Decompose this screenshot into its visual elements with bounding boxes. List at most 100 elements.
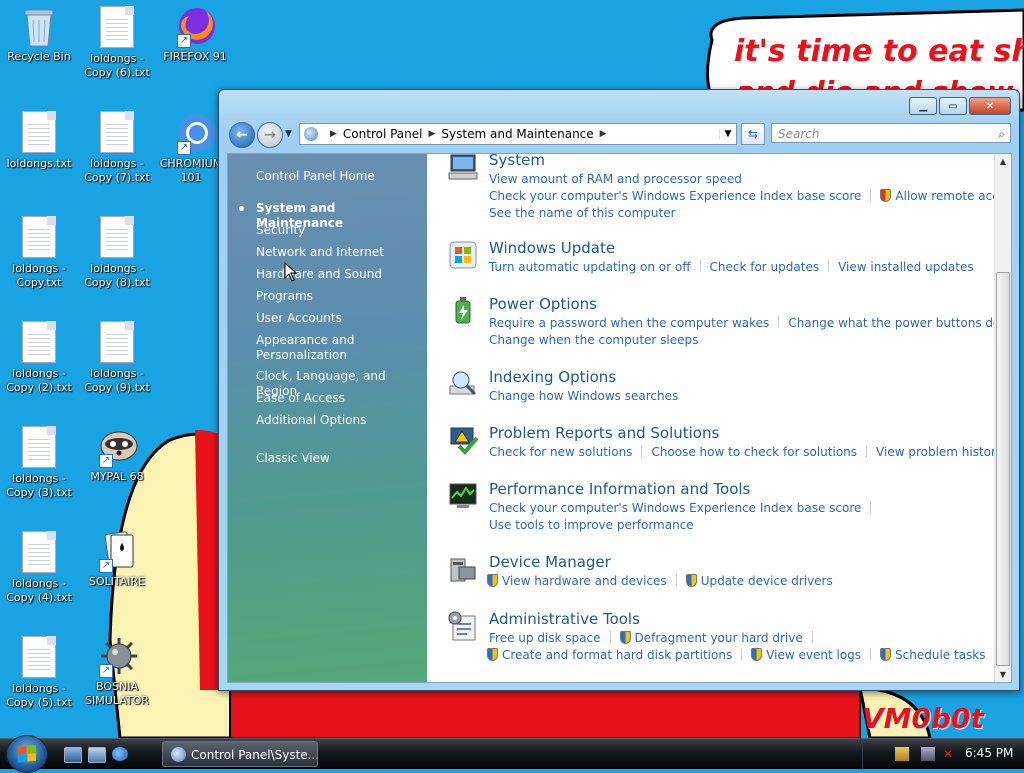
link-defragment[interactable]: Defragment your hard drive	[635, 631, 803, 645]
sidebar-item-network-and-internet[interactable]: Network and Internet	[256, 245, 416, 260]
switch-windows-icon[interactable]	[88, 747, 106, 763]
desktop-icon-text-file[interactable]: loldongs - Copy (5).txt	[0, 636, 78, 710]
sidebar-control-panel-home[interactable]: Control Panel Home	[256, 169, 416, 184]
link-divider	[675, 574, 677, 586]
link-experience-index-score[interactable]: Check your computer's Windows Experience…	[489, 501, 861, 515]
mouse-cursor-icon	[284, 262, 298, 282]
link-automatic-updating[interactable]: Turn automatic updating on or off	[489, 260, 691, 274]
desktop-icon-recycle-bin[interactable]: Recycle Bin	[0, 4, 78, 64]
desktop-icon-text-file[interactable]: loldongs - Copy (6).txt	[78, 6, 156, 80]
desktop-icon-text-file[interactable]: loldongs - Copy (9).txt	[78, 321, 156, 395]
shield-icon	[619, 631, 631, 644]
firefox-icon: ↗	[175, 4, 215, 48]
sidebar-item-user-accounts[interactable]: User Accounts	[256, 311, 416, 326]
recent-pages-dropdown[interactable]: ▼	[285, 129, 292, 139]
link-view-event-logs[interactable]: View event logs	[766, 648, 861, 662]
desktop-icon-text-file[interactable]: loldongs - Copy (4).txt	[0, 531, 78, 605]
link-view-hardware[interactable]: View hardware and devices	[502, 574, 667, 588]
search-icon[interactable]: ⌕	[998, 124, 1005, 144]
category-links: View hardware and devices Update device d…	[487, 573, 833, 590]
maximize-button[interactable]: ▭	[939, 97, 967, 115]
link-schedule-tasks[interactable]: Schedule tasks	[895, 648, 985, 662]
internet-explorer-icon[interactable]	[112, 747, 128, 761]
link-divider	[828, 260, 830, 272]
sidebar-item-programs[interactable]: Programs	[256, 289, 416, 304]
breadcrumb-control-panel[interactable]: Control Panel	[343, 127, 423, 141]
clock[interactable]: 6:45 PM	[965, 746, 1013, 760]
sidebar-item-hardware-and-sound[interactable]: Hardware and Sound	[256, 267, 416, 282]
link-view-installed-updates[interactable]: View installed updates	[838, 260, 974, 274]
desktop-icon-solitaire[interactable]: ↗ SOLITAIRE	[78, 529, 156, 589]
text-file-icon	[19, 111, 59, 155]
scroll-down-arrow-icon[interactable]: ▼	[995, 670, 1011, 679]
link-check-for-updates[interactable]: Check for updates	[710, 260, 820, 274]
desktop-icon-text-file[interactable]: loldongs - Copy (8).txt	[78, 216, 156, 290]
category-title[interactable]: Power Options	[489, 295, 597, 313]
text-file-icon	[19, 216, 59, 260]
scrollbar-thumb[interactable]	[996, 272, 1010, 666]
close-button[interactable]: ✕	[969, 97, 1011, 115]
category-title[interactable]: System	[489, 154, 545, 169]
desktop-icon-firefox[interactable]: ↗ FIREFOX 91	[156, 4, 234, 64]
minimize-button[interactable]: ▁	[909, 97, 937, 115]
desktop-icon-text-file[interactable]: loldongs.txt	[0, 111, 78, 171]
category-links: Turn automatic updating on or off Check f…	[489, 259, 974, 276]
link-power-buttons[interactable]: Change what the power buttons do	[788, 316, 1000, 330]
link-view-problem-history[interactable]: View problem history	[876, 445, 1003, 459]
scroll-up-arrow-icon[interactable]: ▲	[995, 157, 1011, 166]
window-controls: ▁ ▭ ✕	[909, 97, 1011, 115]
chevron-right-icon[interactable]: ▶	[330, 129, 337, 139]
control-panel-icon	[304, 127, 318, 141]
link-experience-index[interactable]: Check your computer's Windows Experience…	[489, 189, 861, 203]
sidebar-item-security[interactable]: Security	[256, 223, 416, 238]
arrow-left-icon: ←	[236, 127, 248, 143]
category-title[interactable]: Administrative Tools	[489, 610, 640, 628]
link-free-disk-space[interactable]: Free up disk space	[489, 631, 601, 645]
desktop-icon-mypal[interactable]: ↗ MYPAL 68	[78, 424, 156, 484]
vertical-scrollbar[interactable]: ▲ ▼	[994, 154, 1011, 682]
link-view-ram[interactable]: View amount of RAM and processor speed	[489, 172, 742, 186]
desktop-icon-text-file[interactable]: loldongs - Copy.txt	[0, 216, 78, 290]
show-desktop-icon[interactable]	[64, 747, 82, 763]
sidebar-classic-view[interactable]: Classic View	[256, 451, 416, 466]
desktop-icon-label: loldongs - Copy (4).txt	[6, 577, 72, 604]
category-title[interactable]: Performance Information and Tools	[489, 480, 750, 498]
network-tray-icon[interactable]	[895, 747, 909, 761]
link-computer-name[interactable]: See the name of this computer	[489, 206, 676, 220]
chevron-right-icon[interactable]: ▶	[600, 129, 607, 139]
taskbar-button-control-panel[interactable]: Control Panel\Syste...	[162, 741, 318, 767]
desktop-icon-bosnia-simulator[interactable]: ↗ BOSNIA SIMULATOR	[78, 634, 156, 708]
forward-button[interactable]: →	[257, 122, 283, 148]
category-title[interactable]: Problem Reports and Solutions	[489, 424, 719, 442]
desktop-icon-text-file[interactable]: loldongs - Copy (2).txt	[0, 321, 78, 395]
address-dropdown-icon[interactable]: ▼	[719, 129, 736, 139]
sidebar-item-appearance[interactable]: Appearance and Personalization	[256, 333, 356, 363]
category-title[interactable]: Device Manager	[489, 553, 611, 571]
link-disk-partitions[interactable]: Create and format hard disk partitions	[502, 648, 732, 662]
sidebar-item-additional-options[interactable]: Additional Options	[256, 413, 416, 428]
back-button[interactable]: ←	[229, 122, 255, 148]
start-button[interactable]	[6, 735, 48, 773]
text-file-icon	[19, 321, 59, 365]
link-computer-sleeps[interactable]: Change when the computer sleeps	[489, 333, 698, 347]
link-choose-how-to-check[interactable]: Choose how to check for solutions	[651, 445, 857, 459]
link-change-windows-searches[interactable]: Change how Windows searches	[489, 389, 678, 403]
control-panel-window[interactable]: ▁ ▭ ✕ ← → ▼ ▶ Control Panel ▶ System and…	[218, 89, 1020, 691]
category-title[interactable]: Windows Update	[489, 239, 615, 257]
devices-tray-icon[interactable]	[921, 747, 935, 761]
address-bar[interactable]: ▶ Control Panel ▶ System and Maintenance…	[299, 123, 737, 145]
desktop-icon-text-file[interactable]: loldongs - Copy (7).txt	[78, 111, 156, 185]
power-options-icon	[455, 297, 471, 324]
volume-muted-icon[interactable]: ✕	[941, 747, 955, 761]
link-improve-performance[interactable]: Use tools to improve performance	[489, 518, 694, 532]
breadcrumb-system-and-maintenance[interactable]: System and Maintenance	[441, 127, 593, 141]
search-box[interactable]: Search ⌕	[771, 123, 1011, 143]
chevron-right-icon[interactable]: ▶	[429, 129, 436, 139]
link-require-password[interactable]: Require a password when the computer wak…	[489, 316, 769, 330]
sidebar-item-ease-of-access[interactable]: Ease of Access	[256, 391, 416, 406]
link-check-new-solutions[interactable]: Check for new solutions	[489, 445, 632, 459]
desktop-icon-text-file[interactable]: loldongs - Copy (3).txt	[0, 426, 78, 500]
refresh-button[interactable]: ⇆	[741, 123, 765, 145]
link-update-drivers[interactable]: Update device drivers	[701, 574, 833, 588]
category-title[interactable]: Indexing Options	[489, 368, 616, 386]
